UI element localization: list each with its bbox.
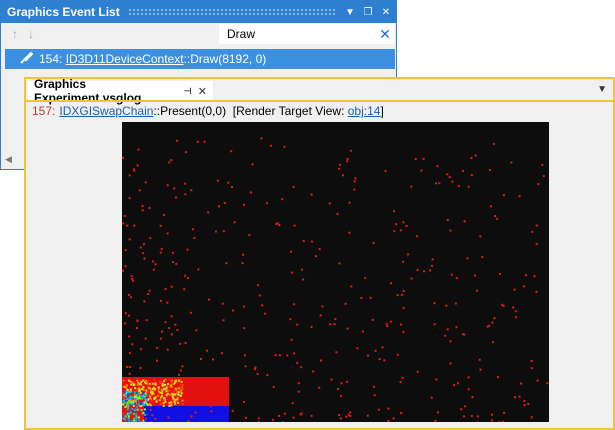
titlebar-grip[interactable] — [127, 8, 336, 16]
experiment-tab-row: Graphics Experiment.vsglog ⊣ ✕ ▼ — [26, 77, 613, 105]
close-icon[interactable]: ✕ — [378, 4, 394, 20]
rtv-link[interactable]: obj:14 — [348, 104, 381, 118]
rtv-label: [Render Target View: — [232, 104, 345, 118]
search-input[interactable]: Draw ✕ — [219, 24, 394, 44]
scroll-left-icon[interactable]: ◀ — [5, 154, 12, 165]
tab-graphics-experiment[interactable]: Graphics Experiment.vsglog ⊣ ✕ — [28, 77, 213, 105]
maximize-icon[interactable]: ❐ — [360, 4, 376, 20]
frame-number: 157: — [32, 104, 56, 118]
render-target-view[interactable] — [122, 122, 549, 422]
present-call: ::Present(0,0) — [153, 104, 227, 118]
event-list-row-selected[interactable]: 154: ID3D11DeviceContext ::Draw(8192, 0) — [5, 49, 395, 69]
event-method: ::Draw(8192, 0) — [183, 52, 267, 66]
event-list-titlebar[interactable]: Graphics Event List ▼ ❐ ✕ — [1, 1, 396, 23]
tab-close-icon[interactable]: ✕ — [198, 85, 207, 98]
brush-icon — [19, 51, 35, 68]
event-number: 154: — [39, 52, 63, 66]
up-arrow-icon[interactable]: ↑ — [7, 27, 23, 41]
dropdown-icon[interactable]: ▼ — [342, 4, 358, 20]
pin-icon[interactable]: ⊣ — [184, 86, 192, 97]
rtv-close: ] — [380, 104, 384, 118]
down-arrow-icon[interactable]: ↓ — [23, 27, 39, 41]
graphics-experiment-window: Graphics Experiment.vsglog ⊣ ✕ ▼ 157: ID… — [24, 77, 615, 430]
swapchain-link[interactable]: IDXGISwapChain — [59, 104, 153, 118]
render-image — [122, 137, 549, 422]
heat-block — [122, 377, 229, 422]
search-value: Draw — [227, 27, 256, 41]
tab-divider — [26, 100, 613, 102]
event-class-link[interactable]: ID3D11DeviceContext — [66, 52, 184, 66]
event-list-toolbar: ↑ ↓ Draw ✕ — [1, 23, 396, 45]
event-list-title: Graphics Event List — [7, 5, 120, 19]
clear-search-icon[interactable]: ✕ — [376, 26, 394, 43]
tab-dropdown-icon[interactable]: ▼ — [597, 84, 607, 95]
